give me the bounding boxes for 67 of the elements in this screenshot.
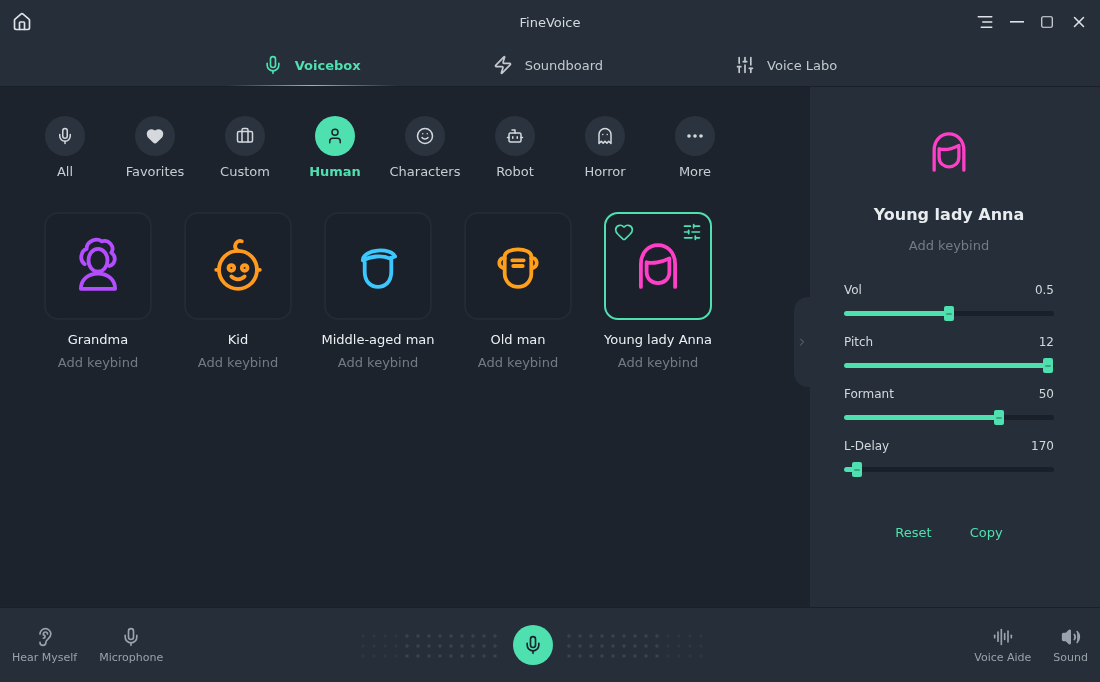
ghost-icon: [596, 127, 614, 145]
person-icon: [326, 127, 344, 145]
voice-tile[interactable]: [324, 212, 432, 320]
heart-icon: [146, 127, 164, 145]
slider-thumb[interactable]: [994, 410, 1005, 425]
robot-icon: [506, 127, 524, 145]
face-icon: [416, 127, 434, 145]
collapse-handle[interactable]: [794, 297, 810, 387]
bag-icon: [236, 127, 254, 145]
slider-value: 170: [1031, 439, 1054, 453]
voice-name: Grandma: [67, 332, 129, 347]
more-icon: [687, 134, 703, 138]
menu-button[interactable]: [976, 13, 994, 31]
slider-value: 0.5: [1034, 283, 1054, 297]
category-button[interactable]: All: [20, 115, 110, 180]
home-button[interactable]: [12, 12, 32, 32]
lightning-icon: [492, 55, 513, 75]
voice-tile[interactable]: [184, 212, 292, 320]
voice-name: Kid: [227, 332, 249, 347]
add-keybind-link[interactable]: Add keybind: [197, 355, 279, 370]
maximize-icon: [1040, 15, 1054, 29]
menu-icon: [976, 13, 994, 31]
slider-thumb[interactable]: [944, 306, 954, 321]
toolbar-button[interactable]: Hear Myself: [6, 626, 84, 664]
text-button[interactable]: Copy: [965, 521, 1007, 544]
slider-thumb[interactable]: [1042, 358, 1053, 373]
voice-title: Young lady Anna: [872, 205, 1026, 224]
toolbar-button[interactable]: Voice Aide: [968, 626, 1038, 664]
settings-icon[interactable]: [682, 222, 702, 242]
slider-value: 12: [1038, 335, 1054, 349]
toolbar-button[interactable]: Microphone: [93, 626, 170, 664]
category-button[interactable]: Custom: [200, 115, 290, 180]
heart-icon[interactable]: [614, 222, 634, 242]
sound-wave-icon: [992, 626, 1013, 647]
sliders-icon: [735, 55, 756, 75]
add-keybind-link[interactable]: Add keybind: [477, 355, 559, 370]
category-button[interactable]: Robot: [470, 115, 560, 180]
add-keybind-link[interactable]: Add keybind: [617, 355, 699, 370]
add-keybind-link[interactable]: Add keybind: [57, 355, 139, 370]
slider-label: Pitch: [844, 335, 874, 349]
slider-label: Vol: [844, 283, 862, 297]
minimize-icon: [1010, 21, 1024, 23]
category-button[interactable]: Characters: [380, 115, 470, 180]
slider-value: 50: [1038, 387, 1054, 401]
voice-tile[interactable]: [44, 212, 152, 320]
speaker-icon: [1060, 626, 1081, 647]
toolbar-button[interactable]: Sound: [1047, 626, 1094, 664]
voice-name: Middle-aged man: [321, 332, 435, 347]
microphone-button[interactable]: [513, 625, 554, 665]
slider-label: Formant: [844, 387, 894, 401]
slider-label: L-Delay: [844, 439, 890, 453]
voice-tile[interactable]: [464, 212, 572, 320]
microphone-icon: [56, 127, 74, 145]
voice-name: Young lady Anna: [604, 332, 712, 347]
category-button[interactable]: Favorites: [110, 115, 200, 180]
category-button[interactable]: More: [650, 115, 740, 180]
slider-thumb[interactable]: [851, 462, 862, 477]
category-button[interactable]: Human: [290, 115, 380, 180]
maximize-button[interactable]: [1040, 15, 1054, 29]
voice-name: Old man: [490, 332, 546, 347]
home-icon: [12, 12, 32, 32]
category-button[interactable]: Horror: [560, 115, 650, 180]
add-keybind-link[interactable]: Add keybind: [337, 355, 419, 370]
tab[interactable]: Soundboard: [456, 44, 640, 86]
window-title: FineVoice: [519, 14, 581, 30]
tab[interactable]: Voice Labo: [699, 44, 874, 86]
text-button[interactable]: Reset: [891, 521, 936, 544]
